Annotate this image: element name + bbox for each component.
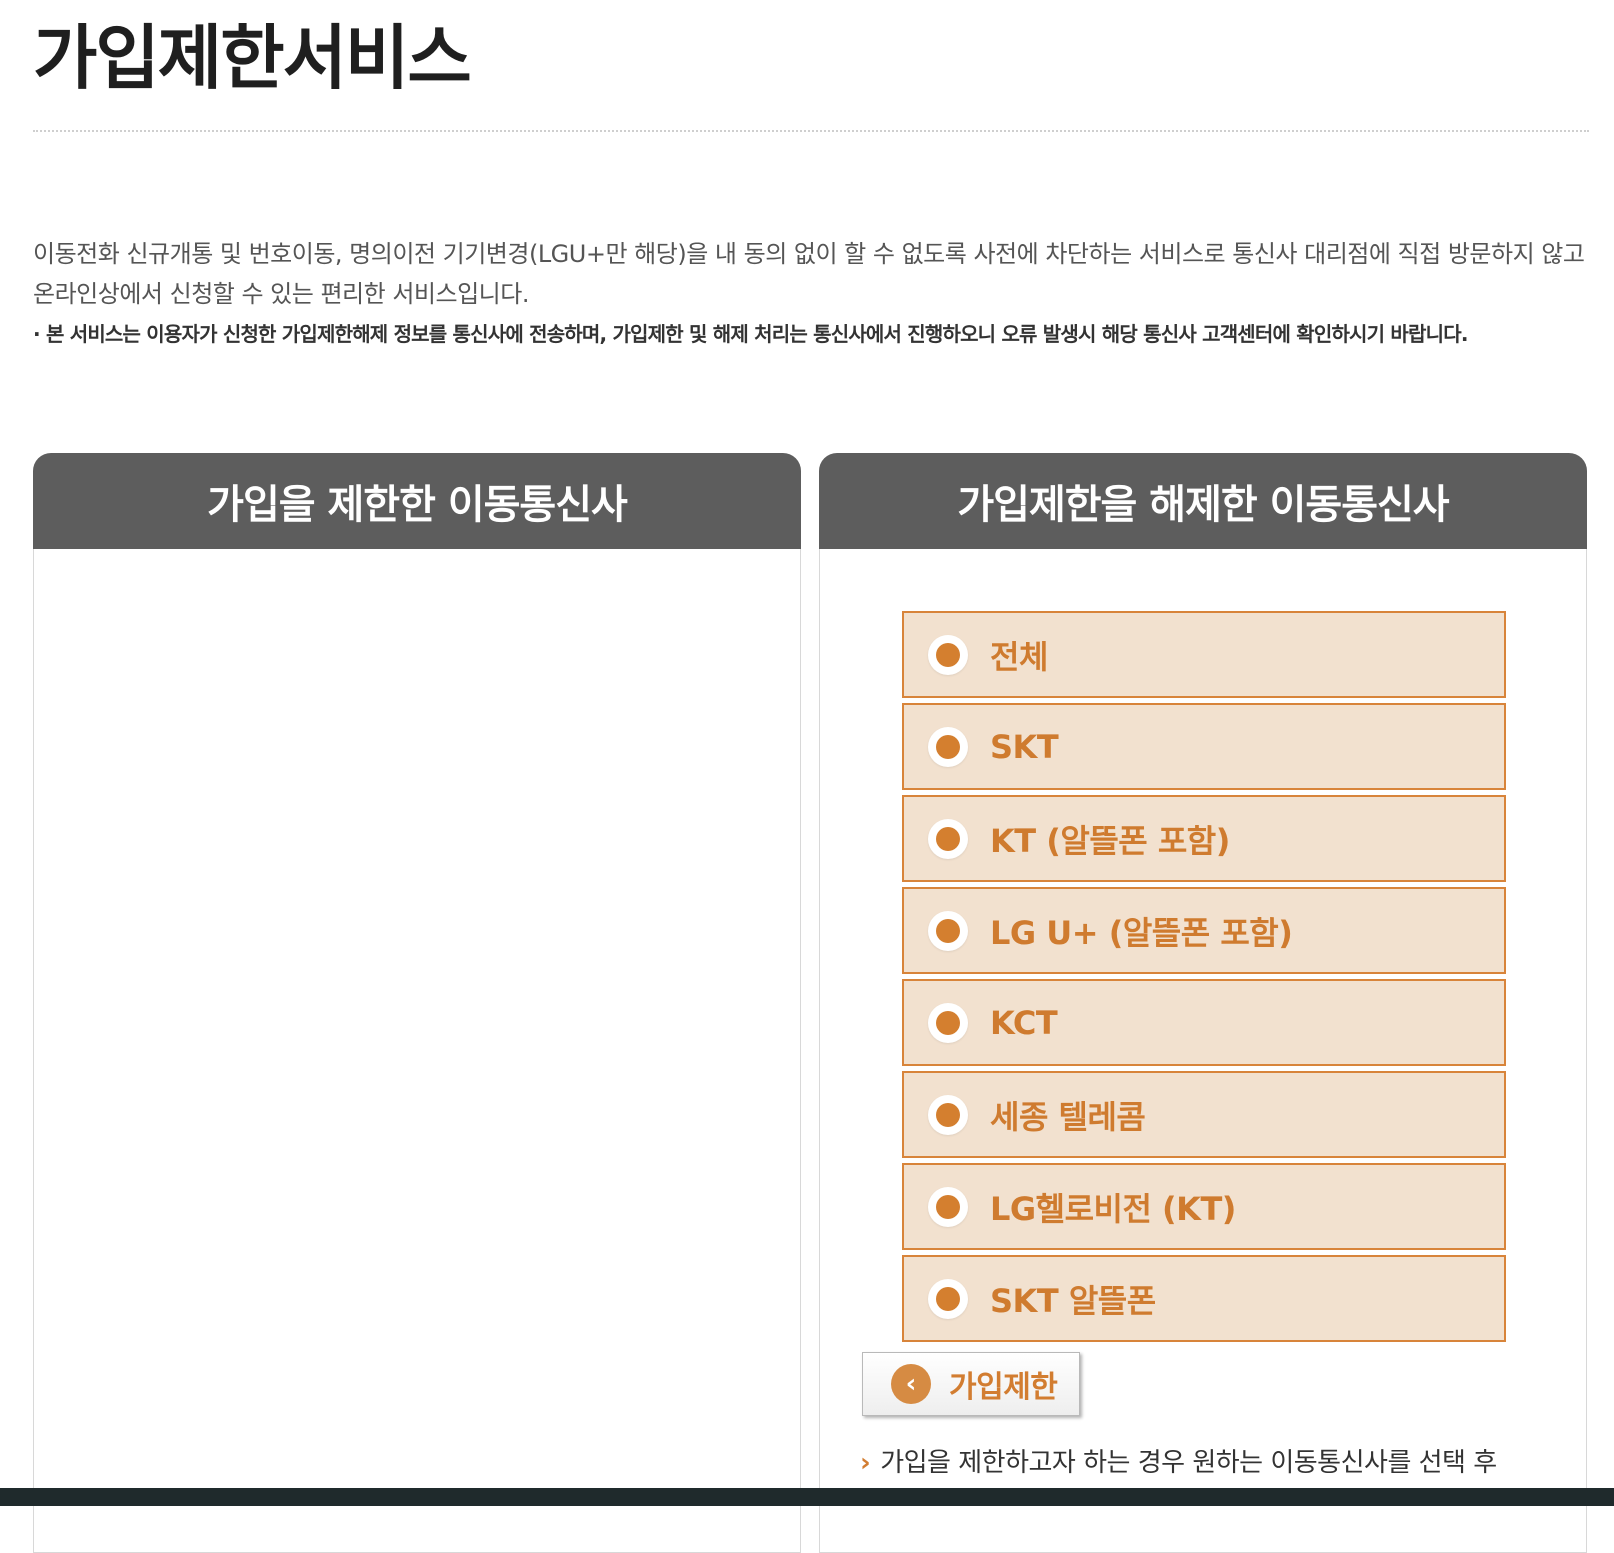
carrier-label: SKT 알뜰폰 (990, 1281, 1156, 1320)
page-title: 가입제한서비스 (33, 17, 472, 99)
description-note: · 본 서비스는 이용자가 신청한 가입제한해제 정보를 통신사에 전송하며, … (33, 322, 1468, 346)
radio-icon (928, 910, 968, 951)
carrier-label: KT (알뜰폰 포함) (990, 821, 1230, 860)
carrier-list: 전체 SKT KT (알뜰폰 포함) LG U+ (알뜰폰 포함) KCT 세종… (902, 611, 1506, 1347)
radio-icon (928, 726, 968, 767)
carrier-label: SKT (990, 727, 1059, 766)
carrier-label: 전체 (990, 637, 1048, 676)
carrier-option-kt[interactable]: KT (알뜰폰 포함) (902, 795, 1506, 882)
carrier-option-kct[interactable]: KCT (902, 979, 1506, 1066)
guide-text-content: 가입을 제한하고자 하는 경우 원하는 이동통신사를 선택 후 (880, 1448, 1497, 1478)
radio-icon (928, 1002, 968, 1043)
chevron-right-icon: › (860, 1448, 871, 1478)
restrict-button[interactable]: ‹ 가입제한 (862, 1352, 1080, 1416)
radio-icon (928, 634, 968, 675)
radio-icon (928, 1094, 968, 1135)
guide-text: › 가입을 제한하고자 하는 경우 원하는 이동통신사를 선택 후 (860, 1445, 1560, 1481)
service-description: 이동전화 신규개통 및 번호이동, 명의이전 기기변경(LGU+만 해당)을 내… (33, 234, 1593, 354)
radio-icon (928, 1278, 968, 1319)
restricted-panel-header: 가입을 제한한 이동통신사 (33, 453, 801, 549)
radio-icon (928, 1186, 968, 1227)
carrier-option-lgu[interactable]: LG U+ (알뜰폰 포함) (902, 887, 1506, 974)
carrier-option-skt-mvno[interactable]: SKT 알뜰폰 (902, 1255, 1506, 1342)
carrier-label: LG U+ (알뜰폰 포함) (990, 913, 1293, 952)
carrier-label: LG헬로비전 (KT) (990, 1189, 1236, 1228)
carrier-label: KCT (990, 1003, 1058, 1042)
released-panel-header: 가입제한을 해제한 이동통신사 (819, 453, 1587, 549)
carrier-label: 세종 텔레콤 (990, 1097, 1146, 1136)
carrier-option-skt[interactable]: SKT (902, 703, 1506, 790)
carrier-option-all[interactable]: 전체 (902, 611, 1506, 698)
restricted-carriers-panel: 가입을 제한한 이동통신사 (33, 453, 801, 1553)
description-text: 이동전화 신규개통 및 번호이동, 명의이전 기기변경(LGU+만 해당)을 내… (33, 240, 1585, 308)
carrier-option-lghellovision[interactable]: LG헬로비전 (KT) (902, 1163, 1506, 1250)
radio-icon (928, 818, 968, 859)
chevron-left-icon: ‹ (891, 1364, 931, 1404)
title-divider (33, 130, 1589, 132)
released-carriers-panel: 가입제한을 해제한 이동통신사 전체 SKT KT (알뜰폰 포함) LG U+… (819, 453, 1587, 1553)
restrict-button-label: 가입제한 (949, 1370, 1058, 1405)
carrier-option-sejong[interactable]: 세종 텔레콤 (902, 1071, 1506, 1158)
restricted-panel-title: 가입을 제한한 이동통신사 (207, 482, 628, 528)
taskbar (0, 1488, 1614, 1506)
released-panel-title: 가입제한을 해제한 이동통신사 (957, 482, 1449, 528)
